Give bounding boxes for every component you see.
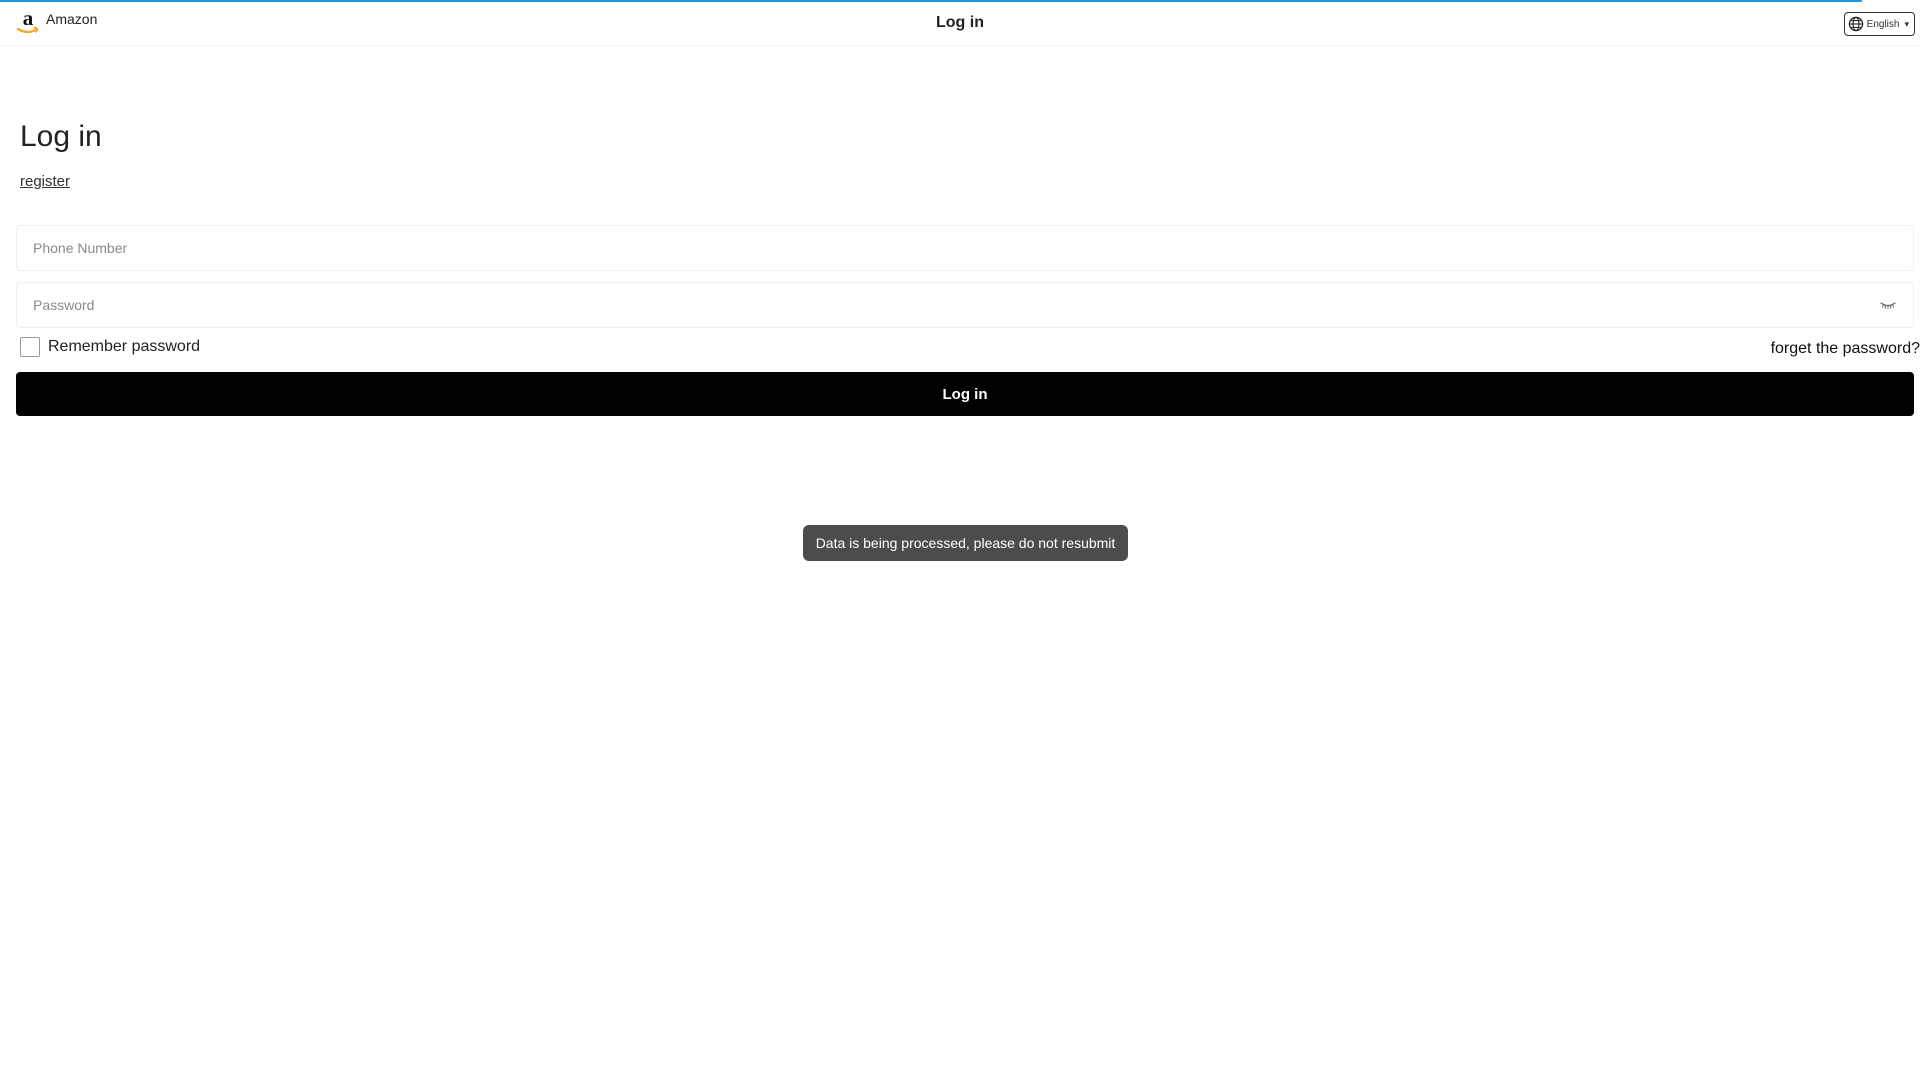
password-field <box>16 282 1914 328</box>
page-title: Log in <box>20 120 102 153</box>
globe-icon <box>1848 16 1864 32</box>
eye-closed-icon[interactable] <box>1879 298 1897 312</box>
password-input[interactable] <box>17 283 1913 327</box>
remember-password-label: Remember password <box>48 338 201 355</box>
processing-toast: Data is being processed, please do not r… <box>803 525 1128 561</box>
top-header: a Amazon Log in English ▾ <box>0 2 1920 46</box>
language-label: English <box>1866 18 1900 30</box>
phone-field <box>16 225 1914 271</box>
header-title: Log in <box>936 14 984 31</box>
forgot-password-link[interactable]: forget the password? <box>1771 340 1920 358</box>
login-button[interactable]: Log in <box>16 372 1914 416</box>
chevron-down-icon: ▾ <box>1904 18 1909 29</box>
language-selector[interactable]: English ▾ <box>1843 12 1915 36</box>
phone-number-input[interactable] <box>17 226 1913 270</box>
register-link[interactable]: register <box>20 173 70 190</box>
remember-password-checkbox[interactable] <box>20 337 40 357</box>
remember-password[interactable]: Remember password <box>20 337 200 357</box>
